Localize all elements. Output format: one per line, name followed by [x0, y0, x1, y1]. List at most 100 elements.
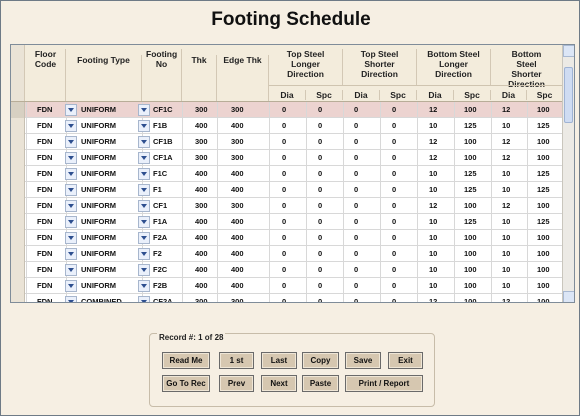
cell-tss[interactable]: 0 [392, 153, 396, 163]
cell-type[interactable]: COMBINED [81, 297, 122, 302]
cell-no[interactable]: CF1C [153, 105, 173, 115]
header-bottom-longer-dia[interactable]: Dia [417, 90, 454, 100]
cell-tld[interactable]: 0 [282, 249, 286, 259]
cell-edge[interactable]: 300 [231, 297, 244, 302]
chevron-down-icon[interactable] [65, 200, 77, 212]
header-floor-code[interactable]: Floor Code [26, 49, 66, 102]
cell-edge[interactable]: 400 [231, 217, 244, 227]
cell-bss[interactable]: 100 [537, 281, 550, 291]
cell-tls[interactable]: 0 [318, 137, 322, 147]
row-selector[interactable] [11, 294, 25, 302]
cell-tld[interactable]: 0 [282, 169, 286, 179]
table-row[interactable]: FDN UNIFORM CF1C 300 300 0 0 0 0 12 100 12 100 [11, 102, 563, 118]
exit-button[interactable]: Exit [388, 352, 423, 369]
first-record-button[interactable]: 1 st [219, 352, 254, 369]
cell-tsd[interactable]: 0 [354, 169, 358, 179]
cell-no[interactable]: F1B [153, 121, 167, 131]
cell-tsd[interactable]: 0 [354, 249, 358, 259]
cell-type[interactable]: UNIFORM [81, 105, 116, 115]
previous-record-button[interactable]: Prev [219, 375, 254, 392]
cell-edge[interactable]: 300 [231, 153, 244, 163]
cell-edge[interactable]: 400 [231, 249, 244, 259]
row-selector[interactable] [11, 166, 25, 182]
cell-floor[interactable]: FDN [37, 297, 52, 302]
cell-tss[interactable]: 0 [392, 185, 396, 195]
chevron-down-icon[interactable] [138, 200, 150, 212]
cell-bss[interactable]: 100 [537, 201, 550, 211]
cell-tls[interactable]: 0 [318, 281, 322, 291]
chevron-down-icon[interactable] [138, 232, 150, 244]
header-top-shorter-spc[interactable]: Spc [380, 90, 417, 100]
cell-floor[interactable]: FDN [37, 169, 52, 179]
cell-bld[interactable]: 12 [429, 153, 437, 163]
chevron-down-icon[interactable] [65, 248, 77, 260]
cell-tls[interactable]: 0 [318, 121, 322, 131]
cell-tsd[interactable]: 0 [354, 121, 358, 131]
cell-bld[interactable]: 12 [429, 137, 437, 147]
cell-thk[interactable]: 300 [195, 297, 208, 302]
cell-type[interactable]: UNIFORM [81, 233, 116, 243]
cell-bld[interactable]: 12 [429, 201, 437, 211]
cell-thk[interactable]: 400 [195, 217, 208, 227]
row-selector[interactable] [11, 246, 25, 262]
chevron-down-icon[interactable] [138, 120, 150, 132]
cell-edge[interactable]: 300 [231, 137, 244, 147]
table-row[interactable]: FDN UNIFORM F1 400 400 0 0 0 0 10 125 10 125 [11, 182, 563, 198]
cell-floor[interactable]: FDN [37, 265, 52, 275]
cell-type[interactable]: UNIFORM [81, 185, 116, 195]
row-selector[interactable] [11, 150, 25, 166]
cell-edge[interactable]: 400 [231, 121, 244, 131]
cell-bls[interactable]: 100 [464, 153, 477, 163]
cell-type[interactable]: UNIFORM [81, 265, 116, 275]
cell-bls[interactable]: 100 [464, 297, 477, 302]
cell-floor[interactable]: FDN [37, 137, 52, 147]
chevron-down-icon[interactable] [138, 168, 150, 180]
cell-tsd[interactable]: 0 [354, 201, 358, 211]
cell-no[interactable]: F1C [153, 169, 167, 179]
cell-no[interactable]: CF1B [153, 137, 173, 147]
cell-bls[interactable]: 100 [464, 233, 477, 243]
cell-tld[interactable]: 0 [282, 153, 286, 163]
cell-bss[interactable]: 100 [537, 153, 550, 163]
cell-floor[interactable]: FDN [37, 105, 52, 115]
cell-edge[interactable]: 300 [231, 201, 244, 211]
chevron-down-icon[interactable] [138, 216, 150, 228]
cell-edge[interactable]: 400 [231, 169, 244, 179]
footing-grid[interactable]: Floor Code Footing Type Footing No Thk E… [10, 44, 575, 303]
cell-thk[interactable]: 400 [195, 249, 208, 259]
row-selector[interactable] [11, 102, 25, 118]
cell-bsd[interactable]: 12 [502, 137, 510, 147]
cell-tls[interactable]: 0 [318, 217, 322, 227]
cell-bsd[interactable]: 10 [502, 121, 510, 131]
chevron-down-icon[interactable] [138, 248, 150, 260]
table-row[interactable]: FDN UNIFORM CF1B 300 300 0 0 0 0 12 100 12 100 [11, 134, 563, 150]
cell-tls[interactable]: 0 [318, 153, 322, 163]
cell-tld[interactable]: 0 [282, 217, 286, 227]
cell-tsd[interactable]: 0 [354, 217, 358, 227]
cell-thk[interactable]: 300 [195, 105, 208, 115]
row-selector[interactable] [11, 182, 25, 198]
cell-tld[interactable]: 0 [282, 137, 286, 147]
cell-bss[interactable]: 125 [537, 121, 550, 131]
cell-bsd[interactable]: 10 [502, 249, 510, 259]
cell-type[interactable]: UNIFORM [81, 121, 116, 131]
header-bottom-shorter-dia[interactable]: Dia [491, 90, 527, 100]
cell-tss[interactable]: 0 [392, 281, 396, 291]
chevron-down-icon[interactable] [138, 280, 150, 292]
cell-thk[interactable]: 400 [195, 233, 208, 243]
cell-tld[interactable]: 0 [282, 265, 286, 275]
cell-type[interactable]: UNIFORM [81, 169, 116, 179]
table-row[interactable]: FDN COMBINED CF2A 300 300 0 0 0 0 12 100 12 100 [11, 294, 563, 302]
chevron-down-icon[interactable] [138, 184, 150, 196]
cell-floor[interactable]: FDN [37, 121, 52, 131]
cell-bls[interactable]: 100 [464, 137, 477, 147]
cell-bls[interactable]: 100 [464, 201, 477, 211]
cell-thk[interactable]: 300 [195, 137, 208, 147]
cell-bld[interactable]: 10 [429, 249, 437, 259]
cell-tss[interactable]: 0 [392, 233, 396, 243]
cell-no[interactable]: CF1A [153, 153, 173, 163]
cell-tls[interactable]: 0 [318, 201, 322, 211]
cell-tld[interactable]: 0 [282, 105, 286, 115]
chevron-down-icon[interactable] [65, 216, 77, 228]
cell-tsd[interactable]: 0 [354, 153, 358, 163]
